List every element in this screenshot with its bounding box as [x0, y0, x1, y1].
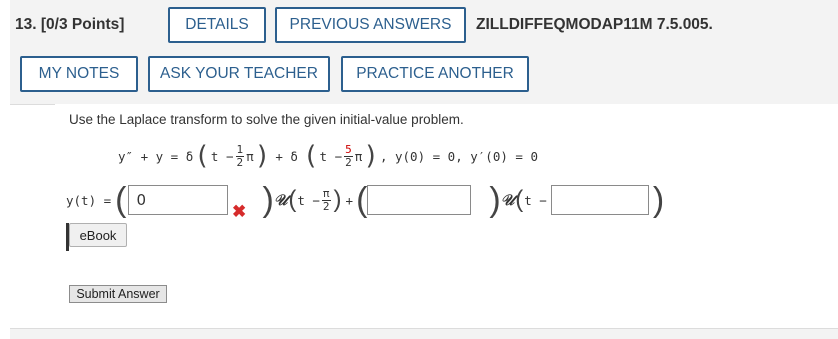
answer-label: y(t) = — [66, 192, 112, 208]
fraction-five-halves: 5 2 — [344, 142, 353, 169]
incorrect-icon: ✖ — [232, 202, 247, 221]
equation-lhs: y″ + y = δ — [118, 148, 194, 164]
submit-answer-button[interactable]: Submit Answer — [69, 285, 167, 303]
problem-code: ZILLDIFFEQMODAP11M 7.5.005. — [476, 16, 713, 33]
practice-another-button[interactable]: PRACTICE ANOTHER — [341, 56, 529, 92]
open-paren: ( — [515, 186, 524, 213]
open-paren: ( — [194, 141, 210, 171]
close-paren: ) — [333, 186, 342, 213]
previous-answers-button[interactable]: PREVIOUS ANSWERS — [275, 7, 466, 43]
my-notes-button[interactable]: MY NOTES — [20, 56, 138, 92]
answer-t-minus-2: t − — [524, 192, 547, 208]
fraction-one-half: 1 2 — [235, 142, 245, 169]
close-paren: ) — [489, 181, 501, 219]
unit-step-symbol: 𝒰 — [273, 191, 288, 209]
close-paren: ) — [363, 141, 379, 171]
answer-field-2[interactable] — [367, 185, 472, 215]
close-paren: ) — [254, 141, 271, 171]
fraction-denominator: 2 — [236, 155, 244, 169]
question-title: 13. [0/3 Points] — [15, 16, 124, 34]
open-paren: ( — [302, 141, 319, 171]
close-paren: ) — [262, 181, 274, 219]
points-badge: [0/3 Points] — [40, 16, 125, 33]
fraction-numerator: 1 — [235, 142, 245, 157]
answer-field-1[interactable] — [128, 185, 229, 215]
fraction-numerator: 5 — [344, 142, 353, 157]
fraction-denominator: 2 — [322, 199, 330, 213]
question-prompt: Use the Laplace transform to solve the g… — [69, 112, 464, 127]
fraction-numerator: π — [321, 186, 331, 201]
answer-t-minus-1: t − — [297, 192, 320, 208]
ask-teacher-button[interactable]: ASK YOUR TEACHER — [148, 56, 330, 92]
fraction-pi-over-2: π 2 — [321, 186, 331, 213]
equation-t-minus-1: t − — [210, 148, 234, 164]
pi-symbol: π — [354, 148, 363, 164]
open-paren: ( — [115, 181, 127, 219]
open-paren: ( — [356, 181, 368, 219]
ebook-button[interactable]: eBook — [69, 223, 127, 247]
initial-conditions: , y(0) = 0, y′(0) = 0 — [379, 148, 538, 164]
unit-step-symbol: 𝒰 — [500, 191, 515, 209]
pi-symbol: π — [246, 148, 254, 164]
question-number: 13. — [15, 16, 37, 33]
equation-t-minus-2: t − — [319, 148, 343, 164]
answer-plus: + — [345, 192, 354, 208]
open-paren: ( — [288, 186, 297, 213]
answer-row: y(t) = ( ) 𝒰 ( t − π 2 ) + ( ) 𝒰 ( t − ) — [66, 180, 664, 220]
fraction-denominator: 2 — [345, 155, 352, 169]
details-button[interactable]: DETAILS — [168, 7, 266, 43]
close-paren: ) — [652, 181, 665, 219]
equation-plus-delta: + δ — [275, 148, 298, 164]
answer-field-3[interactable] — [550, 185, 649, 215]
differential-equation: y″ + y = δ ( t − 1 2 π ) + δ ( t − 5 2 π… — [118, 138, 538, 174]
next-question-header — [10, 328, 838, 339]
